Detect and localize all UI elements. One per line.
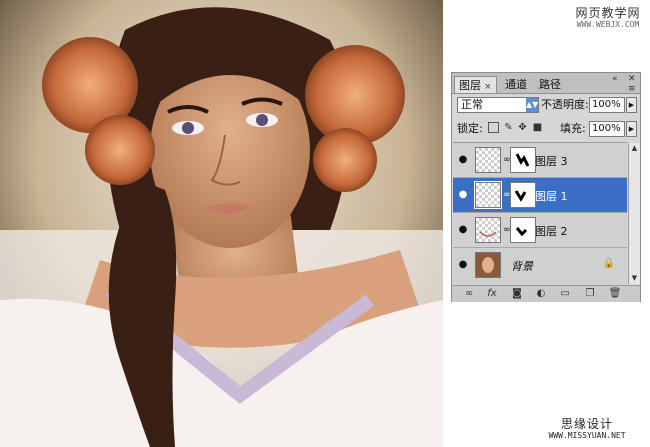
watermark-top-cn: 网页教学网 [575,6,641,20]
fill-input[interactable]: 100% [589,121,625,137]
lock-all-icon[interactable]: ■ [532,122,543,133]
link-icon[interactable]: ∞ [503,225,511,235]
eye-icon[interactable]: ● [457,259,469,271]
lock-move-icon[interactable]: ✥ [517,122,528,133]
watermark-top-url: WWW.WEBJX.COM [576,20,640,29]
portrait-photo [0,0,443,447]
close-icon[interactable]: × [484,82,492,92]
panel-tabs: 图层 × 通道 路径 « ✕ ≡ [452,73,640,94]
add-mask-icon[interactable]: ◙ [510,288,524,300]
layers-panel: 图层 × 通道 路径 « ✕ ≡ 正常 ▲▼ 不透明度: 100% ▶ 锁定: ✎… [451,72,641,302]
blend-row: 正常 ▲▼ 不透明度: 100% ▶ [452,95,640,115]
layers-list: ● ∞ 图层 3 ● ∞ 图层 1 ● ∞ 图层 2 ● 背景 🔒 [453,142,627,285]
layers-scrollbar[interactable]: ▲ ▼ [628,143,640,284]
panel-menu-icon[interactable]: ≡ [628,84,636,94]
watermark-bottom-cn: 思缘设计 [560,417,613,431]
dropdown-arrow-icon: ▲▼ [526,98,538,112]
tab-layers-label: 图层 [459,79,481,92]
watermark-bottom: 思缘设计 WWW.MISSYUAN.NET [528,417,646,441]
scroll-down-icon[interactable]: ▼ [629,273,640,284]
lock-icon: 🔒 [602,258,615,269]
layer-thumbnail [474,181,502,209]
layer-name: 图层 3 [535,155,568,168]
blend-mode-select[interactable]: 正常 ▲▼ [457,97,539,113]
layer-name: 图层 1 [535,190,568,203]
link-icon[interactable]: ∞ [503,190,511,200]
layer-name: 背景 [511,260,533,273]
new-layer-icon[interactable]: ❐ [583,288,597,300]
layer-mask-thumbnail [510,147,536,173]
fill-slider-arrow-icon[interactable]: ▶ [626,121,637,137]
lock-label: 锁定: [457,122,483,135]
layer-row-3[interactable]: ● ∞ 图层 3 [453,143,627,178]
layer-row-1[interactable]: ● ∞ 图层 1 [453,178,627,213]
collapse-icon[interactable]: « [612,74,618,84]
adjustment-layer-icon[interactable]: ◐ [534,288,548,300]
eye-icon[interactable]: ● [457,154,469,166]
eye-icon[interactable]: ● [457,189,469,201]
tab-paths-label: 路径 [539,78,561,91]
layer-name: 图层 2 [535,225,568,238]
tab-channels-label: 通道 [505,78,527,91]
tab-layers[interactable]: 图层 × [454,76,497,93]
layer-mask-thumbnail [510,182,536,208]
lock-row: 锁定: ✎ ✥ ■ 填充: 100% ▶ [452,119,640,139]
opacity-slider-arrow-icon[interactable]: ▶ [626,97,637,113]
watermark-bottom-url: WWW.MISSYUAN.NET [548,431,626,440]
new-group-icon[interactable]: ▭ [558,288,572,300]
lock-brush-icon[interactable]: ✎ [503,122,514,133]
layer-thumbnail [475,147,501,173]
opacity-input[interactable]: 100% [589,97,625,113]
delete-layer-icon[interactable]: 🗑 [608,288,622,300]
blend-mode-value: 正常 [461,98,483,111]
tab-paths[interactable]: 路径 [535,76,565,93]
panel-bottom-toolbar: ∞ fx ◙ ◐ ▭ ❐ 🗑 [452,285,640,302]
eye-icon[interactable]: ● [457,224,469,236]
watermark-top: 网页教学网 WWW.WEBJX.COM [573,6,643,30]
background-thumbnail [475,252,501,278]
layer-row-2[interactable]: ● ∞ 图层 2 [453,213,627,248]
fx-icon[interactable]: fx [485,288,499,300]
link-layers-icon[interactable]: ∞ [462,288,476,300]
fill-label: 填充: [560,122,586,135]
layer-row-background[interactable]: ● 背景 🔒 [453,248,627,283]
layer-mask-thumbnail [510,217,536,243]
lock-transparent-icon[interactable] [488,122,499,133]
link-icon[interactable]: ∞ [503,155,511,165]
scroll-up-icon[interactable]: ▲ [629,143,640,154]
tab-channels[interactable]: 通道 [501,76,531,93]
layer-thumbnail [475,217,501,243]
panel-close-icon[interactable]: ✕ [628,74,636,84]
opacity-label: 不透明度: [541,98,589,111]
